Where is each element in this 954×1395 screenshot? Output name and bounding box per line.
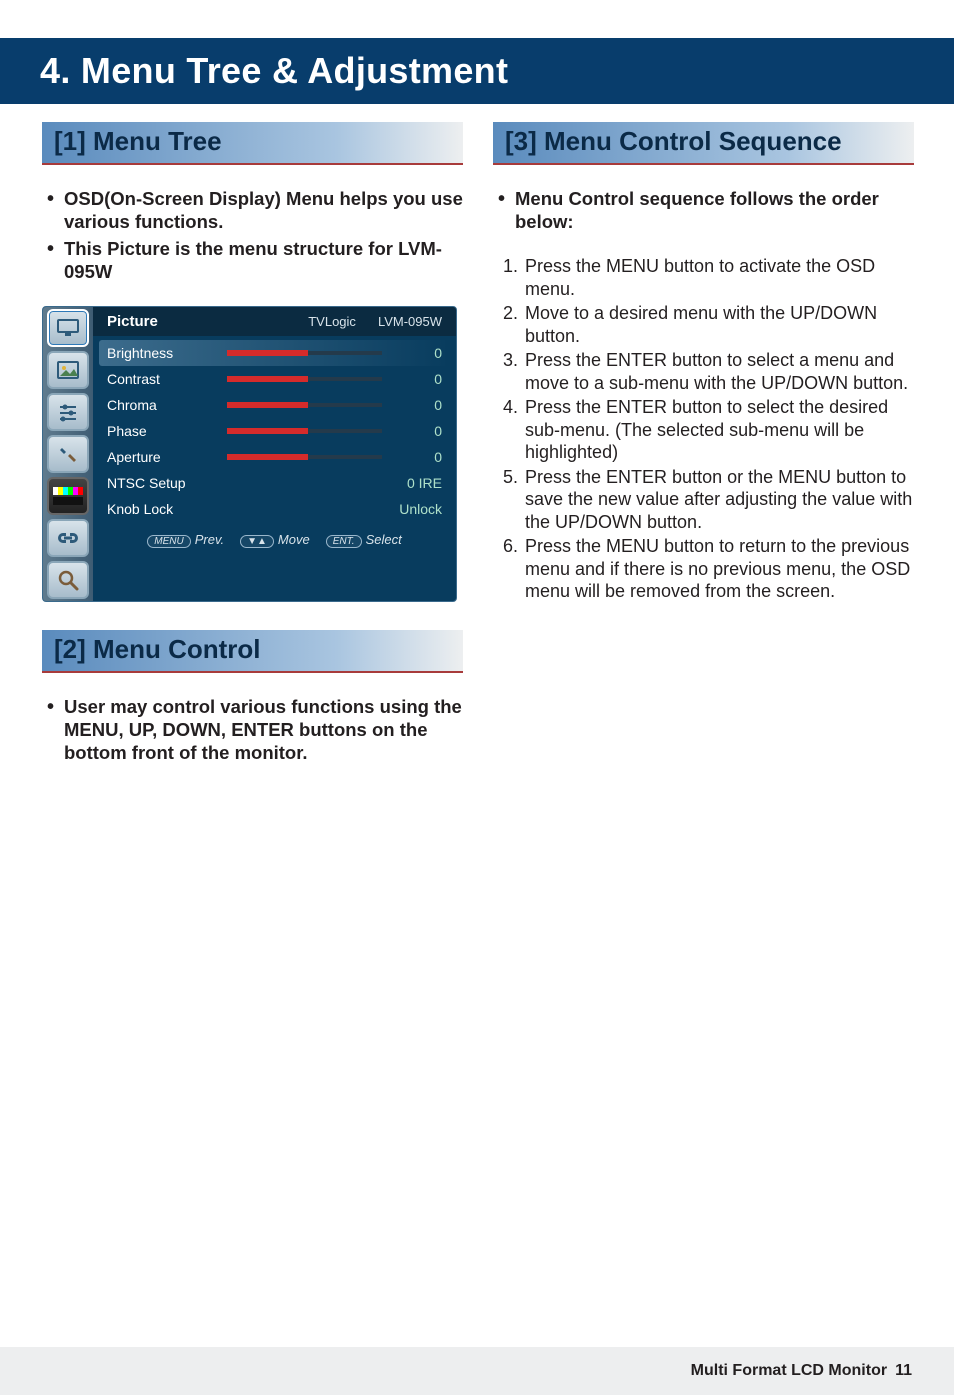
osd-hint-prev: MENUPrev. [147,532,224,548]
osd-row-chroma: Chroma 0 [93,392,456,418]
bullet-list-sequence: Menu Control sequence follows the order … [493,187,914,233]
osd-hint-select: ENT.Select [326,532,402,548]
osd-category-title: Picture [107,313,308,330]
osd-row-ntsc-setup: NTSC Setup 0 IRE [93,470,456,496]
page-number: 11 [895,1362,912,1380]
osd-row-contrast: Contrast 0 [93,366,456,392]
step-item: Press the ENTER button to select a menu … [525,349,914,394]
testpattern-icon [47,477,89,515]
slider-icon [227,375,382,383]
bullet-item: Menu Control sequence follows the order … [497,187,914,233]
osd-header: Picture TVLogic LVM-095W [93,307,456,336]
chapter-title: 4. Menu Tree & Adjustment [40,50,954,92]
osd-hint-move: ▼▲Move [240,532,310,548]
footer-label: Multi Format LCD Monitor [691,1362,887,1380]
bullet-item: User may control various functions using… [46,695,463,764]
search-icon [47,561,89,599]
osd-menu-screenshot: Picture TVLogic LVM-095W Brightness 0 Co… [42,306,457,602]
picture-icon [47,351,89,389]
slider-icon [227,349,382,357]
step-item: Move to a desired menu with the UP/DOWN … [525,302,914,347]
monitor-icon [47,309,89,347]
bullet-list-menu-tree: OSD(On-Screen Display) Menu helps you us… [42,187,463,284]
step-item: Press the ENTER button to select the des… [525,396,914,464]
left-column: [1] Menu Tree OSD(On-Screen Display) Men… [42,122,463,786]
page-footer: Multi Format LCD Monitor 11 [0,1347,954,1395]
slider-icon [227,427,382,435]
slider-icon [227,401,382,409]
ordered-steps: Press the MENU button to activate the OS… [493,255,914,603]
osd-footer-hints: MENUPrev. ▼▲Move ENT.Select [93,530,456,556]
section-heading-menu-tree: [1] Menu Tree [42,122,463,165]
slider-icon [227,453,382,461]
bullet-item: This Picture is the menu structure for L… [46,237,463,283]
osd-row-aperture: Aperture 0 [93,444,456,470]
tools-icon [47,435,89,473]
osd-sidebar [43,307,93,601]
page-body: [1] Menu Tree OSD(On-Screen Display) Men… [0,104,954,786]
osd-row-knob-lock: Knob Lock Unlock [93,496,456,522]
osd-brand: TVLogic [308,314,356,329]
osd-row-phase: Phase 0 [93,418,456,444]
chapter-banner: 4. Menu Tree & Adjustment [0,38,954,104]
section-heading-menu-control: [2] Menu Control [42,630,463,673]
link-icon [47,519,89,557]
bullet-item: OSD(On-Screen Display) Menu helps you us… [46,187,463,233]
bullet-list-menu-control: User may control various functions using… [42,695,463,764]
right-column: [3] Menu Control Sequence Menu Control s… [493,122,914,786]
step-item: Press the MENU button to return to the p… [525,535,914,603]
osd-row-brightness: Brightness 0 [99,340,450,366]
sliders-icon [47,393,89,431]
osd-rows: Brightness 0 Contrast 0 Chroma 0 [93,336,456,530]
osd-model: LVM-095W [378,314,442,329]
step-item: Press the MENU button to activate the OS… [525,255,914,300]
section-heading-menu-control-sequence: [3] Menu Control Sequence [493,122,914,165]
step-item: Press the ENTER button or the MENU butto… [525,466,914,534]
